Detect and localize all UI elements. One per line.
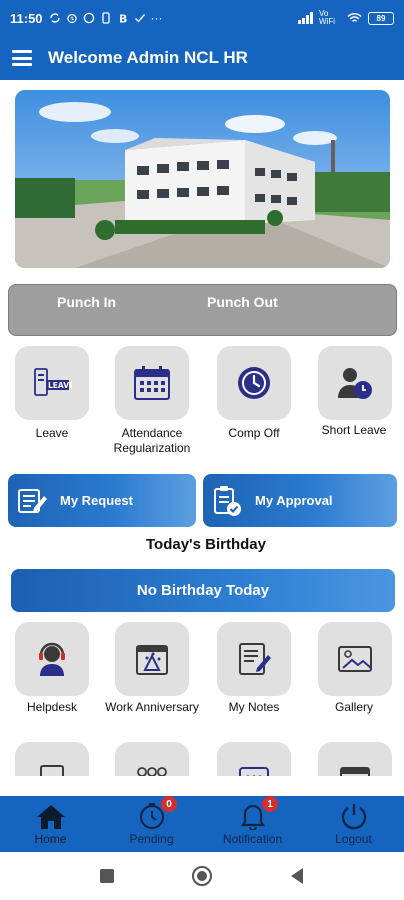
my-approval-button[interactable]: My Approval	[203, 474, 397, 527]
signal-icon	[298, 12, 313, 24]
recents-icon[interactable]	[99, 868, 115, 884]
tile-gallery-label: Gallery	[334, 700, 373, 714]
bottom-navigation: Home 0 Pending 1 Notification Logout	[0, 796, 404, 852]
birthday-heading: Today's Birthday	[146, 536, 266, 553]
anniversary-icon	[136, 645, 168, 675]
factory-building-photo	[15, 90, 390, 268]
nav-home-label: Home	[34, 832, 67, 846]
birthday-banner: No Birthday Today	[11, 569, 395, 612]
power-icon	[341, 804, 366, 830]
app-bar: Welcome Admin NCL HR	[0, 36, 404, 80]
tile-attendance-regularization[interactable]	[115, 346, 189, 420]
nav-pending[interactable]: 0 Pending	[101, 796, 202, 852]
tile-work-anniversary-label: Work Anniversary	[105, 700, 199, 714]
gallery-icon	[338, 646, 372, 672]
page-title: Welcome Admin NCL HR	[48, 48, 248, 67]
tile-attendance-label: Attendance Regularization	[113, 426, 191, 455]
punch-in-button[interactable]: Punch In	[57, 294, 116, 310]
tile-short-leave[interactable]	[318, 346, 392, 420]
tile-short-leave-label: Short Leave	[321, 423, 387, 437]
notification-badge: 1	[262, 796, 278, 812]
system-navigation-bar	[0, 852, 404, 900]
whatsapp-icon	[83, 12, 94, 24]
more-notifications: ···	[150, 11, 163, 25]
alarm-icon	[66, 13, 77, 24]
svg-text:LEAVE: LEAVE	[48, 381, 72, 390]
tile-my-notes-label: My Notes	[228, 700, 280, 714]
tile-comp-off[interactable]	[217, 346, 291, 420]
wifi-icon	[347, 12, 362, 22]
check-icon	[134, 14, 145, 23]
banner-image	[15, 90, 390, 268]
svg-text:B: B	[119, 13, 127, 25]
nav-notification-label: Notification	[222, 832, 283, 846]
nav-notification[interactable]: 1 Notification	[202, 796, 303, 852]
bitcoin-icon: B	[119, 13, 127, 25]
status-bar: 11:50 B ··· Vo WiFi 89	[0, 0, 404, 36]
tile-comp-off-label: Comp Off	[228, 426, 280, 440]
approval-icon	[209, 483, 245, 519]
phone-icon	[101, 12, 110, 24]
battery-icon: 89	[368, 11, 394, 25]
request-icon	[14, 483, 50, 519]
notes-icon	[239, 643, 271, 675]
nav-logout[interactable]: Logout	[303, 796, 404, 852]
back-icon[interactable]	[289, 867, 305, 885]
clock-icon	[238, 367, 270, 399]
calendar-icon	[134, 366, 170, 400]
headset-icon	[39, 642, 65, 676]
network-label: Vo WiFi	[319, 9, 335, 26]
status-time: 11:50	[10, 10, 43, 26]
home-icon	[36, 805, 65, 829]
tile-work-anniversary[interactable]	[115, 622, 189, 696]
person-clock-icon	[338, 368, 372, 399]
tile-leave-label: Leave	[35, 426, 69, 440]
nav-logout-label: Logout	[335, 832, 372, 846]
content-clip	[0, 776, 404, 796]
tile-my-notes[interactable]	[217, 622, 291, 696]
sync-icon	[49, 13, 60, 23]
my-approval-label: My Approval	[255, 493, 333, 508]
tile-gallery[interactable]	[318, 622, 392, 696]
tile-helpdesk[interactable]	[15, 622, 89, 696]
nav-pending-label: Pending	[129, 832, 174, 846]
nav-home[interactable]: Home	[0, 796, 101, 852]
my-request-label: My Request	[60, 493, 133, 508]
status-notification-icons: B ···	[49, 11, 163, 25]
tile-helpdesk-label: Helpdesk	[26, 700, 78, 714]
pending-badge: 0	[161, 796, 177, 812]
home-button-icon[interactable]	[191, 865, 213, 887]
leave-icon: LEAVE	[34, 368, 72, 396]
my-request-button[interactable]: My Request	[8, 474, 196, 527]
punch-panel: Punch In Punch Out	[8, 284, 397, 336]
menu-icon[interactable]	[12, 50, 32, 66]
punch-out-button[interactable]: Punch Out	[207, 294, 278, 310]
tile-leave[interactable]: LEAVE	[15, 346, 89, 420]
